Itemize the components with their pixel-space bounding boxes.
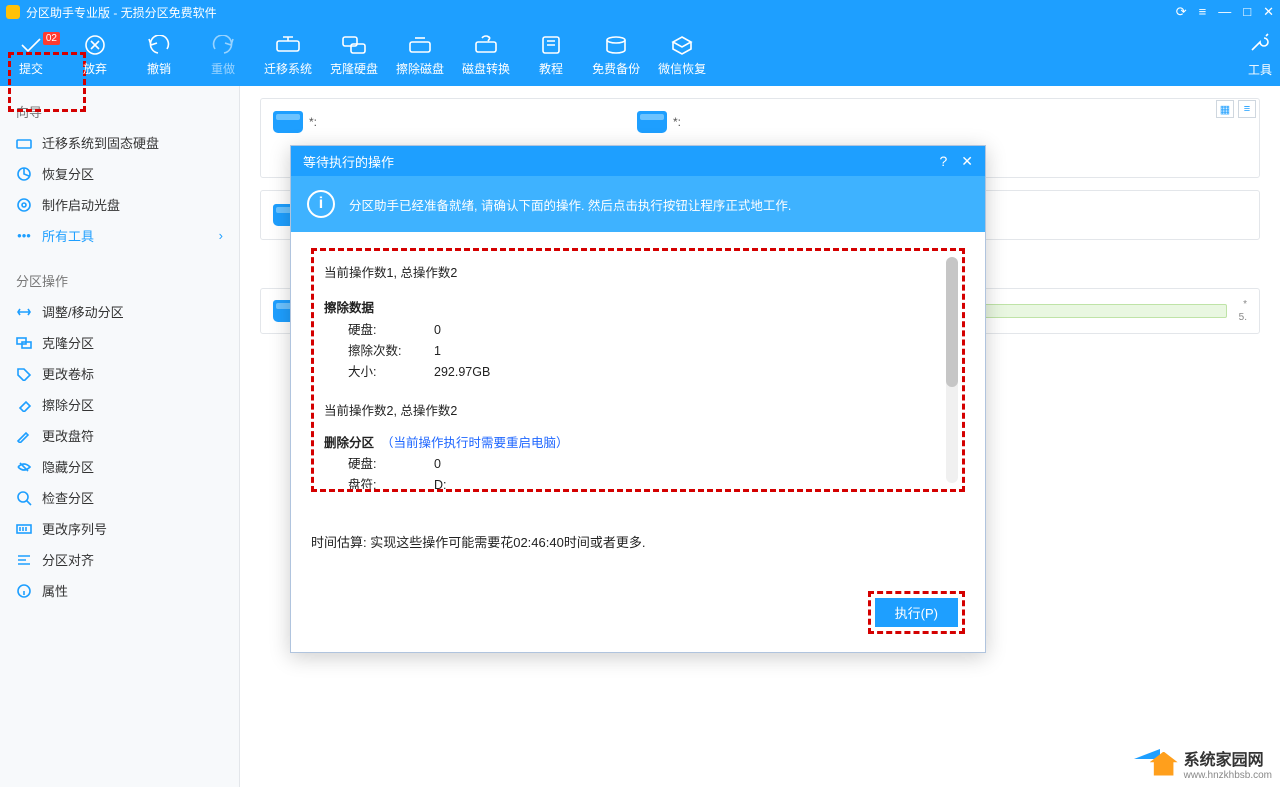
chevron-right-icon: › — [219, 228, 223, 243]
clone-icon — [341, 34, 367, 56]
resize-icon — [16, 304, 32, 320]
redo-icon — [210, 34, 236, 56]
migrate-icon — [275, 34, 301, 56]
refresh-icon[interactable]: ⟳ — [1176, 4, 1187, 20]
wizard-header: 向导 — [0, 96, 239, 127]
titlebar: 分区助手专业版 - 无损分区免费软件 ⟳ ≡ — □ ✕ — [0, 0, 1280, 24]
minimize-icon[interactable]: — — [1218, 4, 1231, 20]
op-count: 当前操作数1, 总操作数2 — [324, 263, 946, 284]
redo-button[interactable]: 重做 — [200, 34, 246, 77]
sidebar-bootdisk[interactable]: 制作启动光盘 — [0, 189, 239, 220]
search-icon — [16, 490, 32, 506]
delete-header: 删除分区 — [324, 436, 374, 450]
undo-button[interactable]: 撤销 — [136, 34, 182, 77]
disk-icon — [637, 111, 667, 133]
sidebar-props[interactable]: 属性 — [0, 575, 239, 606]
clone-button[interactable]: 克隆硬盘 — [330, 34, 378, 77]
sidebar-hide[interactable]: 隐藏分区 — [0, 451, 239, 482]
app-logo-icon — [6, 5, 20, 19]
sidebar-align[interactable]: 分区对齐 — [0, 544, 239, 575]
dialog-title: 等待执行的操作 — [303, 152, 394, 171]
sidebar-resize[interactable]: 调整/移动分区 — [0, 296, 239, 327]
info-icon — [16, 583, 32, 599]
serial-icon — [16, 521, 32, 537]
execute-button[interactable]: 执行(P) — [875, 598, 958, 627]
sidebar-clonepart[interactable]: 克隆分区 — [0, 327, 239, 358]
clone-part-icon — [16, 335, 32, 351]
restart-note: （当前操作执行时需要重启电脑） — [381, 436, 569, 450]
disc-icon — [16, 197, 32, 213]
maximize-icon[interactable]: □ — [1243, 4, 1251, 20]
sidebar-recover[interactable]: 恢复分区 — [0, 158, 239, 189]
sidebar-all-tools[interactable]: •••所有工具› — [0, 220, 239, 251]
sidebar: 向导 迁移系统到固态硬盘 恢复分区 制作启动光盘 •••所有工具› 分区操作 调… — [0, 86, 240, 787]
disk-icon — [273, 111, 303, 133]
sidebar-letter[interactable]: 更改盘符 — [0, 420, 239, 451]
view-list-icon[interactable]: ≡ — [1238, 100, 1256, 118]
backup-icon — [603, 34, 629, 56]
sidebar-migrate-ssd[interactable]: 迁移系统到固态硬盘 — [0, 127, 239, 158]
book-icon — [538, 34, 564, 56]
pending-ops-dialog: 等待执行的操作 ? ✕ i 分区助手已经准备就绪, 请确认下面的操作. 然后点击执… — [290, 145, 986, 653]
convert-button[interactable]: 磁盘转换 — [462, 34, 510, 77]
menu-icon[interactable]: ≡ — [1199, 4, 1207, 20]
hide-icon — [16, 459, 32, 475]
watermark: 系统家园网www.hnzkhbsb.com — [1150, 746, 1272, 781]
close-icon[interactable]: ✕ — [1263, 4, 1274, 20]
partition-meta: *5. — [1239, 299, 1247, 323]
wrench-icon — [1248, 32, 1272, 57]
sidebar-label[interactable]: 更改卷标 — [0, 358, 239, 389]
more-icon: ••• — [16, 228, 32, 244]
help-icon[interactable]: ? — [939, 153, 947, 170]
pie-icon — [16, 166, 32, 182]
ssd-icon — [16, 135, 32, 151]
convert-icon — [473, 34, 499, 56]
submit-badge: 02 — [43, 32, 60, 45]
sidebar-serial[interactable]: 更改序列号 — [0, 513, 239, 544]
exec-highlight: 执行(P) — [868, 591, 965, 634]
dialog-info-text: 分区助手已经准备就绪, 请确认下面的操作. 然后点击执行按钮让程序正式地工作. — [349, 195, 791, 214]
backup-button[interactable]: 免费备份 — [592, 34, 640, 77]
wipe-header: 擦除数据 — [324, 301, 374, 315]
toolbar: 02 提交 放弃 撤销 重做 迁移系统 克隆硬盘 — [0, 24, 1280, 86]
dialog-close-icon[interactable]: ✕ — [961, 153, 973, 170]
scrollbar-thumb[interactable] — [946, 257, 958, 387]
app-title: 分区助手专业版 - 无损分区免费软件 — [26, 4, 217, 21]
disk-entry[interactable]: *: — [637, 107, 681, 137]
ops-list: 当前操作数1, 总操作数2 擦除数据 硬盘:0 擦除次数:1 大小:292.97… — [311, 248, 965, 492]
migrate-button[interactable]: 迁移系统 — [264, 34, 312, 77]
view-grid-icon[interactable]: ▦ — [1216, 100, 1234, 118]
tutorial-button[interactable]: 教程 — [528, 34, 574, 77]
recover-icon — [669, 34, 695, 56]
undo-icon — [146, 34, 172, 56]
wipe-icon — [407, 34, 433, 56]
tools-button[interactable]: 工具 — [1248, 32, 1272, 78]
house-icon — [1150, 752, 1178, 776]
disk-entry[interactable]: *: — [273, 107, 317, 137]
dialog-info-bar: i 分区助手已经准备就绪, 请确认下面的操作. 然后点击执行按钮让程序正式地工作… — [291, 176, 985, 232]
sidebar-wipepart[interactable]: 擦除分区 — [0, 389, 239, 420]
op-count: 当前操作数2, 总操作数2 — [324, 401, 946, 422]
check-icon — [18, 34, 44, 56]
pencil-icon — [16, 428, 32, 444]
sidebar-check[interactable]: 检查分区 — [0, 482, 239, 513]
eraser-icon — [16, 397, 32, 413]
discard-button[interactable]: 放弃 — [72, 34, 118, 77]
ops-header: 分区操作 — [0, 265, 239, 296]
time-estimate: 时间估算: 实现这些操作可能需要花02:46:40时间或者更多. — [311, 532, 965, 551]
discard-icon — [82, 34, 108, 56]
wipe-button[interactable]: 擦除磁盘 — [396, 34, 444, 77]
align-icon — [16, 552, 32, 568]
tag-icon — [16, 366, 32, 382]
werecover-button[interactable]: 微信恢复 — [658, 34, 706, 77]
dialog-titlebar: 等待执行的操作 ? ✕ — [291, 146, 985, 176]
submit-button[interactable]: 02 提交 — [8, 34, 54, 77]
info-icon: i — [307, 190, 335, 218]
